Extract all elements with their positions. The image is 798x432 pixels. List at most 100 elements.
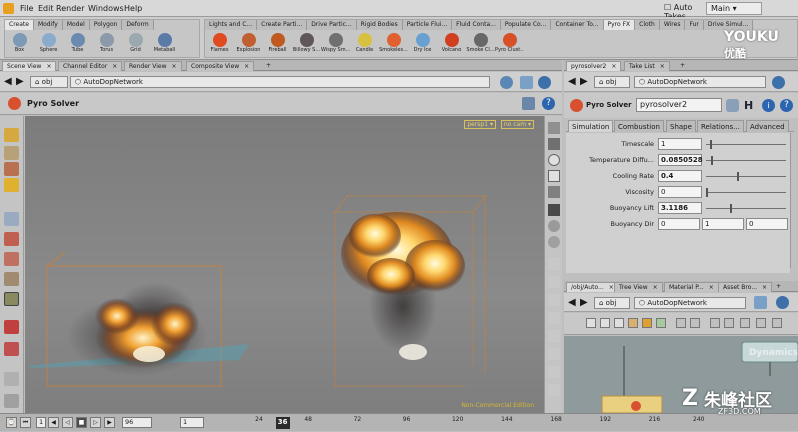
tab-material-palette[interactable]: Material P... ×	[664, 282, 719, 292]
shadow-icon[interactable]	[548, 236, 560, 248]
shelf-tool-L-4[interactable]: Grid	[121, 32, 150, 58]
snap-icon[interactable]	[522, 97, 535, 110]
shade-icon[interactable]	[548, 186, 560, 198]
path-node[interactable]: ⬡ AutoDopNetwork	[634, 76, 766, 88]
snap-point-icon[interactable]	[548, 276, 560, 288]
forward-arrow-icon[interactable]: ▶	[580, 77, 588, 87]
color-palette-icon[interactable]	[642, 318, 652, 328]
shape-icon[interactable]	[656, 318, 666, 328]
menu-render[interactable]: Render	[56, 4, 84, 13]
layout-icon[interactable]	[690, 318, 700, 328]
close-icon[interactable]: ×	[172, 63, 177, 70]
play-back-icon[interactable]: ◁	[62, 417, 73, 428]
param-slider[interactable]	[706, 204, 786, 213]
light-tool-icon[interactable]	[4, 394, 19, 408]
step-back-icon[interactable]: ◀	[48, 417, 59, 428]
first-frame-icon[interactable]: ⏮	[20, 417, 31, 428]
param-value-field[interactable]: 0.4	[658, 170, 702, 182]
tab-advanced[interactable]: Advanced	[746, 120, 789, 132]
scale-tool-icon[interactable]	[4, 252, 19, 266]
add-tab-icon[interactable]: +	[676, 61, 689, 71]
shelf-tab-L-4[interactable]: Deform	[122, 20, 154, 30]
tab-render-view[interactable]: Render View ×	[124, 61, 182, 71]
tab-pyrosolver2[interactable]: pyrosolver2 ×	[566, 61, 622, 71]
shelf-tool-L-2[interactable]: Tube	[63, 32, 92, 58]
grid-icon[interactable]	[548, 258, 560, 270]
start-frame-field[interactable]: 96	[122, 417, 152, 428]
list-icon[interactable]	[600, 318, 610, 328]
pose-tool-icon[interactable]	[4, 178, 19, 192]
shelf-tool-R-7[interactable]: Dry Ice	[408, 32, 437, 58]
grid-12-icon[interactable]	[548, 348, 560, 360]
menu-help[interactable]: Help	[124, 4, 142, 13]
node-name-field[interactable]: pyrosolver2	[636, 98, 722, 112]
frame-icon[interactable]	[740, 318, 750, 328]
path-root[interactable]: ⌂ obj	[594, 76, 630, 88]
param-value-field[interactable]: 3.1186	[658, 202, 702, 214]
rotate-tool-icon[interactable]	[4, 232, 19, 246]
shelf-tab-R-3[interactable]: Rigid Bodies	[356, 20, 403, 30]
move-tool-icon[interactable]	[4, 212, 19, 226]
forward-arrow-icon[interactable]: ▶	[580, 298, 588, 308]
shelf-tab-R-6[interactable]: Populate Co...	[500, 20, 552, 30]
shelf-tool-R-10[interactable]: Pyro Clust...	[495, 32, 524, 58]
stop-icon[interactable]: ■	[76, 417, 87, 428]
snap-prim-icon[interactable]	[548, 312, 560, 324]
tab-simulation[interactable]: Simulation	[568, 120, 614, 132]
param-value-field[interactable]: 0.0850528	[658, 154, 703, 166]
camera-menu-persp[interactable]: persp1 ▾	[464, 120, 496, 129]
close-icon[interactable]: ×	[112, 63, 117, 70]
end-frame-field[interactable]: 1	[180, 417, 204, 428]
display-options-icon[interactable]	[754, 296, 767, 309]
scene-viewport[interactable]: persp1 ▾ no cam ▾ Non-Commercial Edition	[25, 116, 544, 413]
slider-knob[interactable]	[710, 156, 713, 165]
shelf-tool-L-5[interactable]: Metaball	[150, 32, 179, 58]
shelf-tool-R-4[interactable]: Wispy Sm...	[321, 32, 350, 58]
shelf-tab-L-0[interactable]: Create	[5, 20, 34, 30]
dependency-icon[interactable]	[676, 318, 686, 328]
shelf-tool-R-6[interactable]: Smokeles...	[379, 32, 408, 58]
gear-icon[interactable]	[726, 99, 739, 112]
menu-edit[interactable]: Edit	[38, 4, 54, 13]
select-tool-icon[interactable]	[4, 128, 19, 142]
shelf-tab-L-3[interactable]: Polygon	[89, 20, 123, 30]
close-icon[interactable]: ×	[611, 63, 616, 70]
help-icon[interactable]: ?	[542, 97, 555, 110]
link-icon[interactable]	[538, 76, 551, 89]
tab-network-obj[interactable]: /obj/Auto... ×	[566, 282, 619, 292]
param-slider[interactable]	[706, 188, 786, 197]
close-icon[interactable]: ×	[762, 284, 767, 291]
tab-combustion[interactable]: Combustion	[614, 120, 664, 132]
shelf-tool-L-3[interactable]: Torus	[92, 32, 121, 58]
buoyancy-dir-field[interactable]: 0	[658, 218, 700, 230]
active-tool-icon[interactable]	[4, 292, 19, 306]
info-icon[interactable]: i	[762, 99, 775, 112]
shelf-tab-R-1[interactable]: Create Parti...	[257, 20, 308, 30]
active-shade-icon[interactable]	[548, 204, 560, 216]
buoyancy-dir-field[interactable]: 0	[746, 218, 788, 230]
shelf-tool-R-8[interactable]: Volcano	[437, 32, 466, 58]
tab-composite-view[interactable]: Composite View ×	[186, 61, 255, 71]
camera-icon[interactable]	[548, 138, 560, 150]
link-icon[interactable]	[772, 76, 785, 89]
tab-take-list[interactable]: Take List ×	[624, 61, 670, 71]
shelf-tab-R-11[interactable]: Fur	[685, 20, 704, 30]
path-node[interactable]: ⬡ AutoDopNetwork	[634, 297, 746, 309]
realtime-toggle-icon[interactable]: ⌚	[6, 417, 17, 428]
pin-icon[interactable]	[500, 76, 513, 89]
param-value-field[interactable]: 1	[658, 138, 702, 150]
auto-takes-label[interactable]: ☐ Auto Takes	[660, 2, 702, 21]
shelf-tab-R-10[interactable]: Wires	[659, 20, 686, 30]
note-icon[interactable]	[628, 318, 638, 328]
shelf-tab-L-2[interactable]: Model	[62, 20, 90, 30]
slider-knob[interactable]	[706, 188, 708, 197]
back-arrow-icon[interactable]: ◀	[568, 77, 576, 87]
snap-multi-icon[interactable]	[548, 330, 560, 342]
shelf-tab-R-2[interactable]: Drive Partic...	[307, 20, 357, 30]
step-forward-icon[interactable]: ▶	[104, 417, 115, 428]
home-icon[interactable]	[756, 318, 766, 328]
menu-windows[interactable]: Windows	[88, 4, 124, 13]
close-icon[interactable]: ×	[653, 284, 658, 291]
shelf-tab-R-5[interactable]: Fluid Conta...	[452, 20, 501, 30]
shelf-tool-R-5[interactable]: Candle	[350, 32, 379, 58]
